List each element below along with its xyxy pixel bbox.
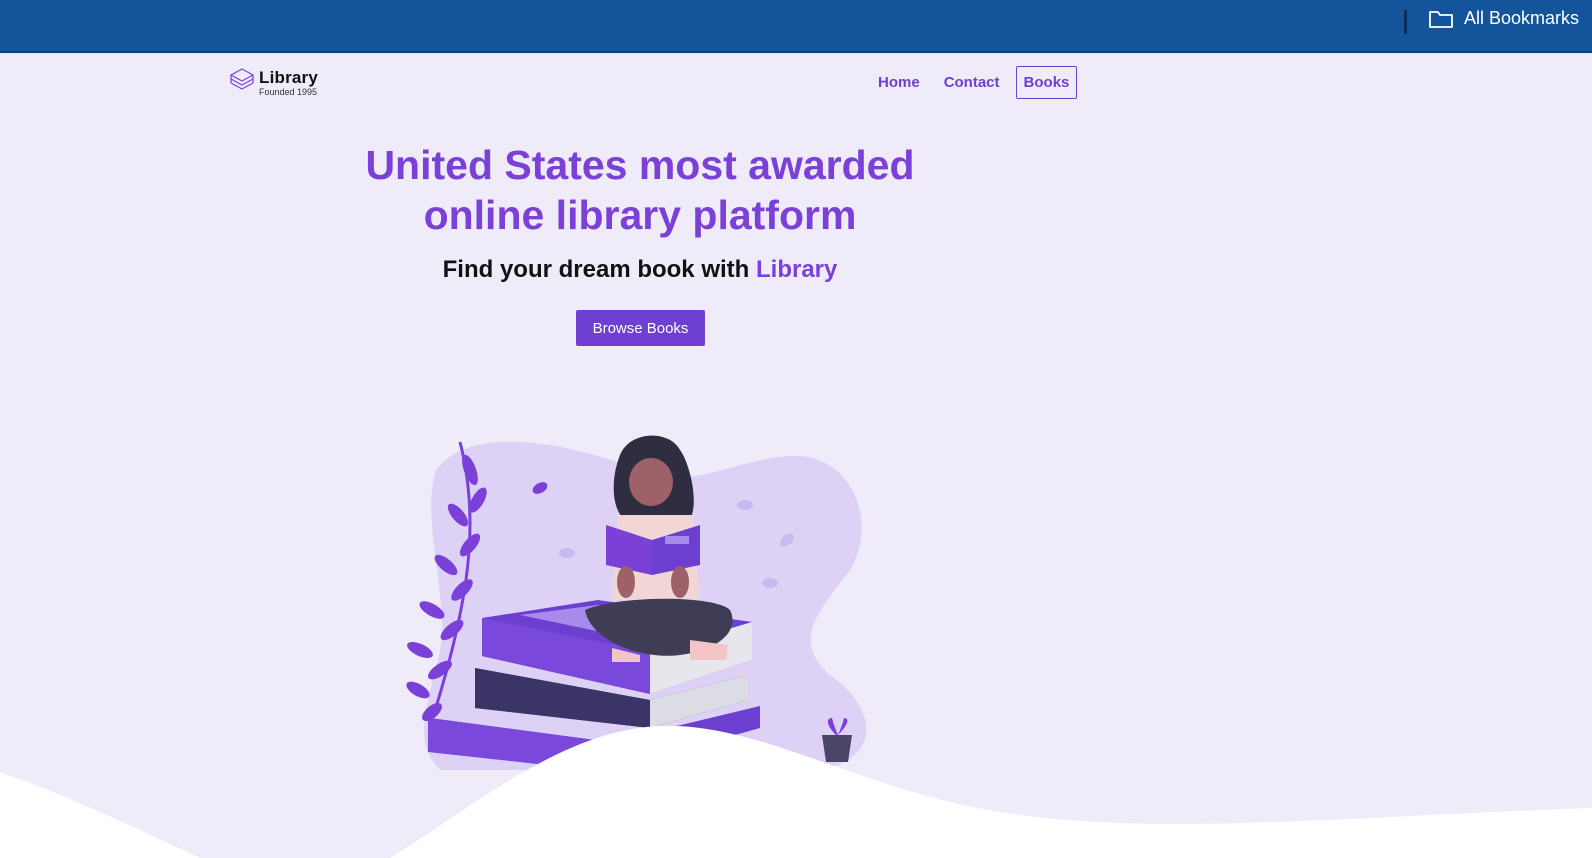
all-bookmarks-button[interactable]: All Bookmarks [1428,8,1579,29]
site-logo[interactable]: Library Founded 1995 [229,66,318,99]
hero-subtitle-prefix: Find your dream book with [442,256,756,283]
hero-wave [0,772,200,858]
folder-icon [1428,9,1454,29]
nav-contact[interactable]: Contact [936,66,1008,99]
all-bookmarks-label: All Bookmarks [1464,8,1580,28]
hero-subtitle-brand: Library [755,256,838,283]
books-stack-icon [229,66,255,99]
hero-subtitle: Find your dream book with Library [340,256,940,284]
logo-name: Library [259,67,319,87]
main-nav: Home Contact Books [870,66,1078,99]
logo-tagline: Founded 1995 [259,86,318,97]
bookmarks-separator [1404,10,1407,34]
browse-books-button[interactable]: Browse Books [576,310,705,346]
nav-books[interactable]: Books [1015,66,1078,99]
nav-home[interactable]: Home [870,66,928,99]
hero-illustration [0,435,1592,858]
browser-bookmarks-bar: All Bookmarks [0,0,1592,53]
hero-title: United States most awarded online librar… [365,142,915,238]
